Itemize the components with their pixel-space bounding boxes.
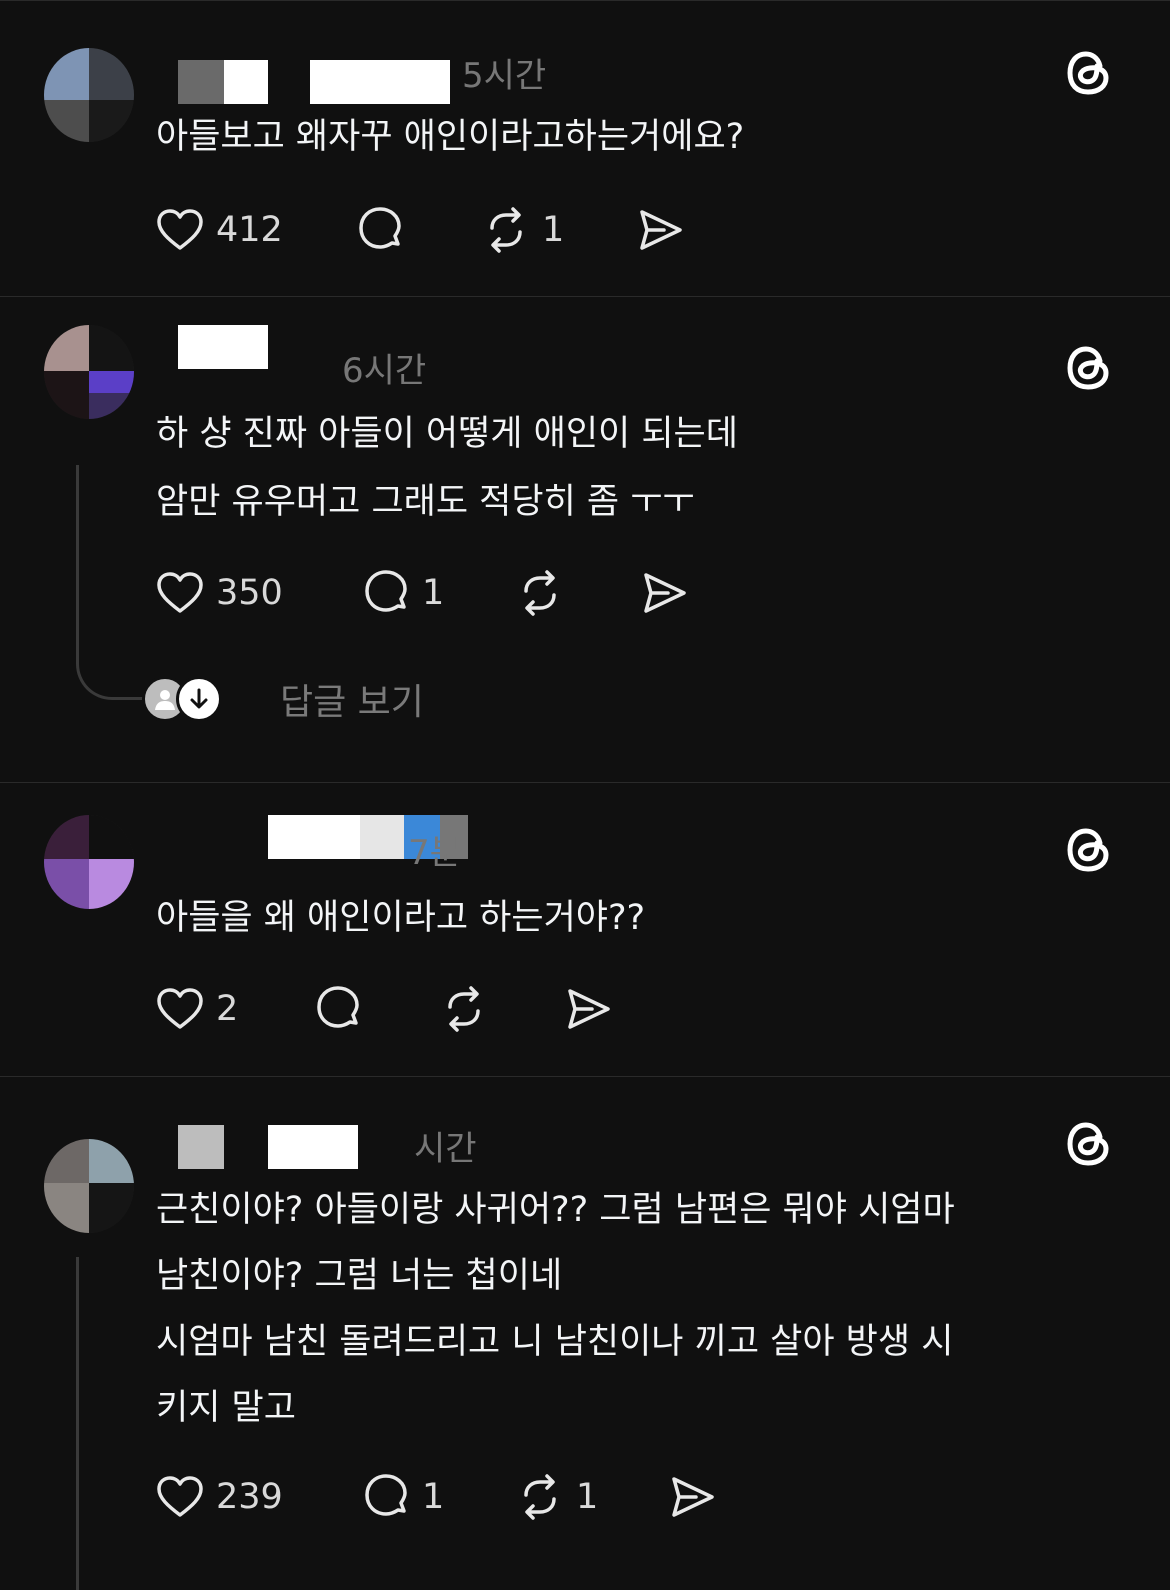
comment-icon <box>365 570 407 612</box>
post-text-line: 근친이야? 아들이랑 사귀어?? 그럼 남편은 뭐야 시엄마 <box>156 1190 955 1230</box>
avatar[interactable] <box>44 815 134 909</box>
share-button[interactable] <box>666 1469 718 1525</box>
heart-icon <box>157 1476 203 1517</box>
reply-button[interactable] <box>354 202 416 258</box>
post-text-line: 남친이야? 그럼 너는 첩이네 <box>156 1256 563 1296</box>
repost-button[interactable]: 1 <box>480 202 564 258</box>
post-text-line: 아들보고 왜자꾸 애인이라고하는거에요? <box>156 117 745 157</box>
threads-replies-screen: 5시간 아들보고 왜자꾸 애인이라고하는거에요? 412 1 6시간 하 샹 진… <box>0 0 1170 1590</box>
threads-logo-icon[interactable] <box>1064 343 1114 393</box>
send-icon <box>640 210 682 250</box>
reply-button[interactable]: 1 <box>360 565 444 621</box>
post-1[interactable]: 5시간 아들보고 왜자꾸 애인이라고하는거에요? 412 1 <box>0 0 1170 298</box>
action-bar: 350 1 <box>154 565 714 621</box>
threads-logo-icon[interactable] <box>1064 825 1114 875</box>
thread-line <box>76 465 79 657</box>
post-text-line: 시엄마 남친 돌려드리고 니 남친이나 끼고 살아 방생 시 <box>156 1322 954 1362</box>
share-button[interactable] <box>638 565 690 621</box>
avatar[interactable] <box>44 325 134 419</box>
comment-icon <box>359 207 401 249</box>
post-3[interactable]: 7분 아들을 왜 애인이라고 하는거야?? 2 <box>0 783 1170 1077</box>
reply-count: 1 <box>422 1477 445 1517</box>
send-icon <box>568 989 610 1029</box>
heart-icon <box>157 572 203 613</box>
like-count: 239 <box>216 1477 283 1517</box>
share-button[interactable] <box>634 202 686 258</box>
like-button[interactable]: 350 <box>154 565 283 621</box>
heart-icon <box>157 988 203 1029</box>
username-redacted[interactable] <box>178 1125 378 1169</box>
send-icon <box>644 573 686 613</box>
username-redacted[interactable] <box>178 60 458 104</box>
thread-line-curve <box>76 657 149 700</box>
threads-logo-icon[interactable] <box>1064 48 1114 98</box>
post-time: 7분 <box>408 833 461 873</box>
repost-button[interactable] <box>438 981 490 1037</box>
post-4[interactable]: 시간 근친이야? 아들이랑 사귀어?? 그럼 남편은 뭐야 시엄마 남친이야? … <box>0 1077 1170 1590</box>
post-text-line: 암만 유우머고 그래도 적당히 좀 ㅜㅜ <box>156 482 695 522</box>
reply-button[interactable]: 1 <box>360 1469 444 1525</box>
repost-count: 1 <box>576 1477 599 1517</box>
reply-button[interactable] <box>312 981 364 1037</box>
repost-icon <box>448 986 480 1032</box>
send-icon <box>672 1477 714 1517</box>
comment-icon <box>365 1474 407 1516</box>
repost-icon <box>524 570 556 616</box>
username-redacted[interactable] <box>178 325 338 369</box>
repost-button[interactable]: 1 <box>514 1469 598 1525</box>
post-text-line: 하 샹 진짜 아들이 어떻게 애인이 되는데 <box>156 414 738 454</box>
action-bar: 412 1 <box>154 202 714 258</box>
see-replies-button[interactable]: 답글 보기 <box>142 675 424 723</box>
threads-logo-icon[interactable] <box>1064 1119 1114 1169</box>
arrow-down-icon <box>176 676 222 722</box>
share-button[interactable] <box>562 981 614 1037</box>
action-bar: 2 <box>154 981 634 1037</box>
like-count: 2 <box>216 989 239 1029</box>
like-count: 350 <box>216 573 283 613</box>
avatar[interactable] <box>44 48 134 142</box>
action-bar: 239 1 1 <box>154 1469 734 1525</box>
post-text-line: 키지 말고 <box>156 1388 296 1428</box>
repost-icon <box>524 1474 556 1520</box>
see-replies-label: 답글 보기 <box>280 682 424 723</box>
avatar[interactable] <box>44 1139 134 1233</box>
repost-count: 1 <box>542 210 565 250</box>
reply-count: 1 <box>422 573 445 613</box>
post-time: 5시간 <box>462 56 547 96</box>
repost-icon <box>490 207 522 253</box>
like-button[interactable]: 412 <box>154 202 283 258</box>
post-time: 시간 <box>414 1129 477 1169</box>
like-button[interactable]: 2 <box>154 981 238 1037</box>
heart-icon <box>157 209 203 250</box>
post-2[interactable]: 6시간 하 샹 진짜 아들이 어떻게 애인이 되는데 암만 유우머고 그래도 적… <box>0 297 1170 783</box>
comment-icon <box>317 986 359 1028</box>
thread-line <box>76 1257 79 1590</box>
repost-button[interactable] <box>514 565 576 621</box>
post-time: 6시간 <box>342 351 427 391</box>
post-text-line: 아들을 왜 애인이라고 하는거야?? <box>156 898 646 938</box>
like-count: 412 <box>216 210 283 250</box>
like-button[interactable]: 239 <box>154 1469 283 1525</box>
